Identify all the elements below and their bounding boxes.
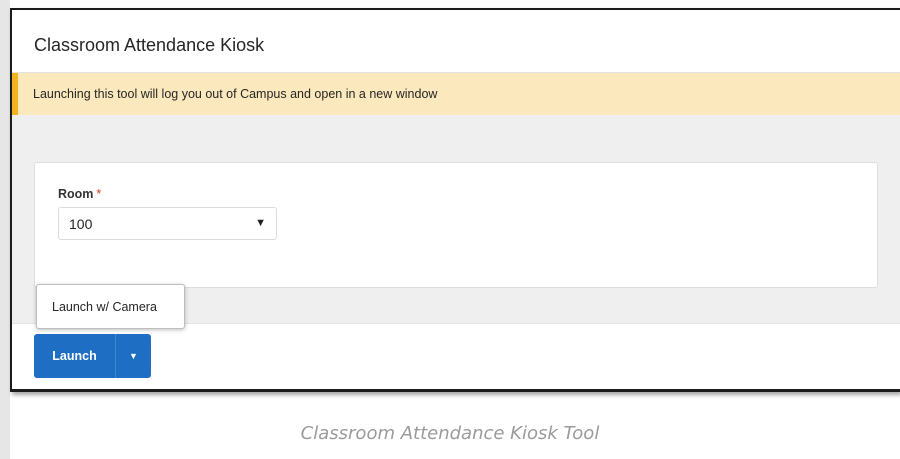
documentation-left-rule <box>0 0 10 459</box>
room-label-text: Room <box>58 187 94 201</box>
caret-down-icon: ▼ <box>255 217 266 229</box>
room-select[interactable]: 100 ▼ <box>58 207 277 240</box>
launch-with-camera-option[interactable]: Launch w/ Camera <box>37 285 184 328</box>
figure-caption: Classroom Attendance Kiosk Tool <box>300 423 600 444</box>
kiosk-tool-window: Classroom Attendance Kiosk Launching thi… <box>10 8 900 392</box>
caret-down-icon: ▼ <box>129 351 138 361</box>
launch-options-menu: Launch w/ Camera <box>36 284 185 329</box>
launch-button[interactable]: Launch <box>34 334 115 378</box>
room-label: Room * <box>58 187 101 201</box>
warning-banner: Launching this tool will log you out of … <box>12 73 900 115</box>
launch-split-button: Launch ▼ <box>34 334 151 378</box>
room-form-card: Room * 100 ▼ <box>34 162 878 288</box>
warning-banner-text: Launching this tool will log you out of … <box>33 87 438 101</box>
required-asterisk-icon: * <box>96 187 102 201</box>
room-select-value: 100 <box>69 216 93 232</box>
page-title: Classroom Attendance Kiosk <box>34 35 265 55</box>
launch-options-toggle[interactable]: ▼ <box>115 334 151 378</box>
page-header: Classroom Attendance Kiosk <box>12 10 900 73</box>
